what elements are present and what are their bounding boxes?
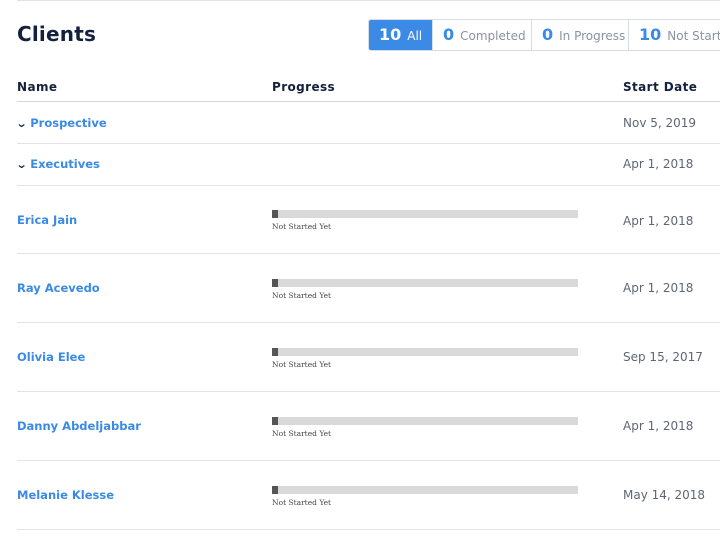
start-date: Apr 1, 2018: [623, 157, 694, 171]
start-date: May 14, 2018: [623, 488, 706, 502]
progress-bar: [272, 279, 578, 287]
progress-status: Not Started Yet: [272, 429, 332, 438]
start-date: Apr 1, 2018: [623, 281, 694, 295]
chevron-down-icon: ⌄: [15, 116, 28, 130]
filter-count: 10: [379, 25, 402, 44]
group-row-prospective[interactable]: ⌄ Prospective Nov 5, 2019: [15, 102, 720, 144]
progress-bar: [272, 210, 578, 218]
filter-label: In Progress: [559, 29, 626, 43]
chevron-down-icon: ⌄: [15, 157, 28, 171]
top-divider: [17, 0, 720, 1]
filter-not-started[interactable]: 10 Not Started: [629, 20, 720, 50]
table-row[interactable]: Danny Abdeljabbar Not Started Yet Apr 1,…: [17, 392, 720, 461]
group-label: Prospective: [30, 116, 107, 130]
start-date: Nov 5, 2019: [623, 116, 697, 130]
progress-bar-fill: [272, 417, 279, 425]
progress-status: Not Started Yet: [272, 498, 332, 507]
group-row-executives[interactable]: ⌄ Executives Apr 1, 2018: [15, 144, 720, 186]
client-name-link[interactable]: Danny Abdeljabbar: [17, 419, 141, 433]
group-toggle[interactable]: ⌄ Prospective: [15, 116, 107, 130]
progress-bar: [272, 417, 578, 425]
progress-status: Not Started Yet: [272, 291, 332, 300]
start-date: Apr 1, 2018: [623, 419, 694, 433]
progress-bar: [272, 486, 578, 494]
filter-in-progress[interactable]: 0 In Progress: [532, 20, 629, 50]
row-divider: [17, 529, 720, 530]
column-header-start-date[interactable]: Start Date: [623, 80, 697, 94]
progress-status: Not Started Yet: [272, 222, 332, 231]
column-header-progress[interactable]: Progress: [272, 80, 335, 94]
filter-count: 10: [639, 25, 662, 44]
column-header-name[interactable]: Name: [17, 80, 57, 94]
start-date: Apr 1, 2018: [623, 214, 694, 228]
progress-bar-fill: [272, 279, 279, 287]
filter-count: 0: [443, 25, 455, 44]
filter-label: Not Started: [667, 29, 720, 43]
filter-all[interactable]: 10 All: [369, 20, 433, 50]
client-name-link[interactable]: Erica Jain: [17, 213, 77, 227]
client-name-link[interactable]: Melanie Klesse: [17, 488, 114, 502]
progress-bar-fill: [272, 210, 279, 218]
table-row[interactable]: Erica Jain Not Started Yet Apr 1, 2018: [17, 186, 720, 254]
table-row[interactable]: Ray Acevedo Not Started Yet Apr 1, 2018: [17, 254, 720, 323]
group-label: Executives: [30, 157, 100, 171]
page-title: Clients: [17, 22, 97, 46]
progress-bar: [272, 348, 578, 356]
filter-label: Completed: [460, 29, 526, 43]
filter-count: 0: [542, 25, 554, 44]
table-row[interactable]: Melanie Klesse Not Started Yet May 14, 2…: [17, 461, 720, 530]
client-name-link[interactable]: Ray Acevedo: [17, 281, 100, 295]
progress-bar-fill: [272, 486, 279, 494]
progress-bar-fill: [272, 348, 279, 356]
filter-completed[interactable]: 0 Completed: [433, 20, 532, 50]
start-date: Sep 15, 2017: [623, 350, 703, 364]
client-name-link[interactable]: Olivia Elee: [17, 350, 85, 364]
filter-label: All: [407, 29, 423, 43]
progress-status: Not Started Yet: [272, 360, 332, 369]
table-row[interactable]: Olivia Elee Not Started Yet Sep 15, 2017: [17, 323, 720, 392]
group-toggle[interactable]: ⌄ Executives: [15, 157, 100, 171]
status-filter-group: 10 All 0 Completed 0 In Progress 10 Not …: [368, 19, 720, 51]
